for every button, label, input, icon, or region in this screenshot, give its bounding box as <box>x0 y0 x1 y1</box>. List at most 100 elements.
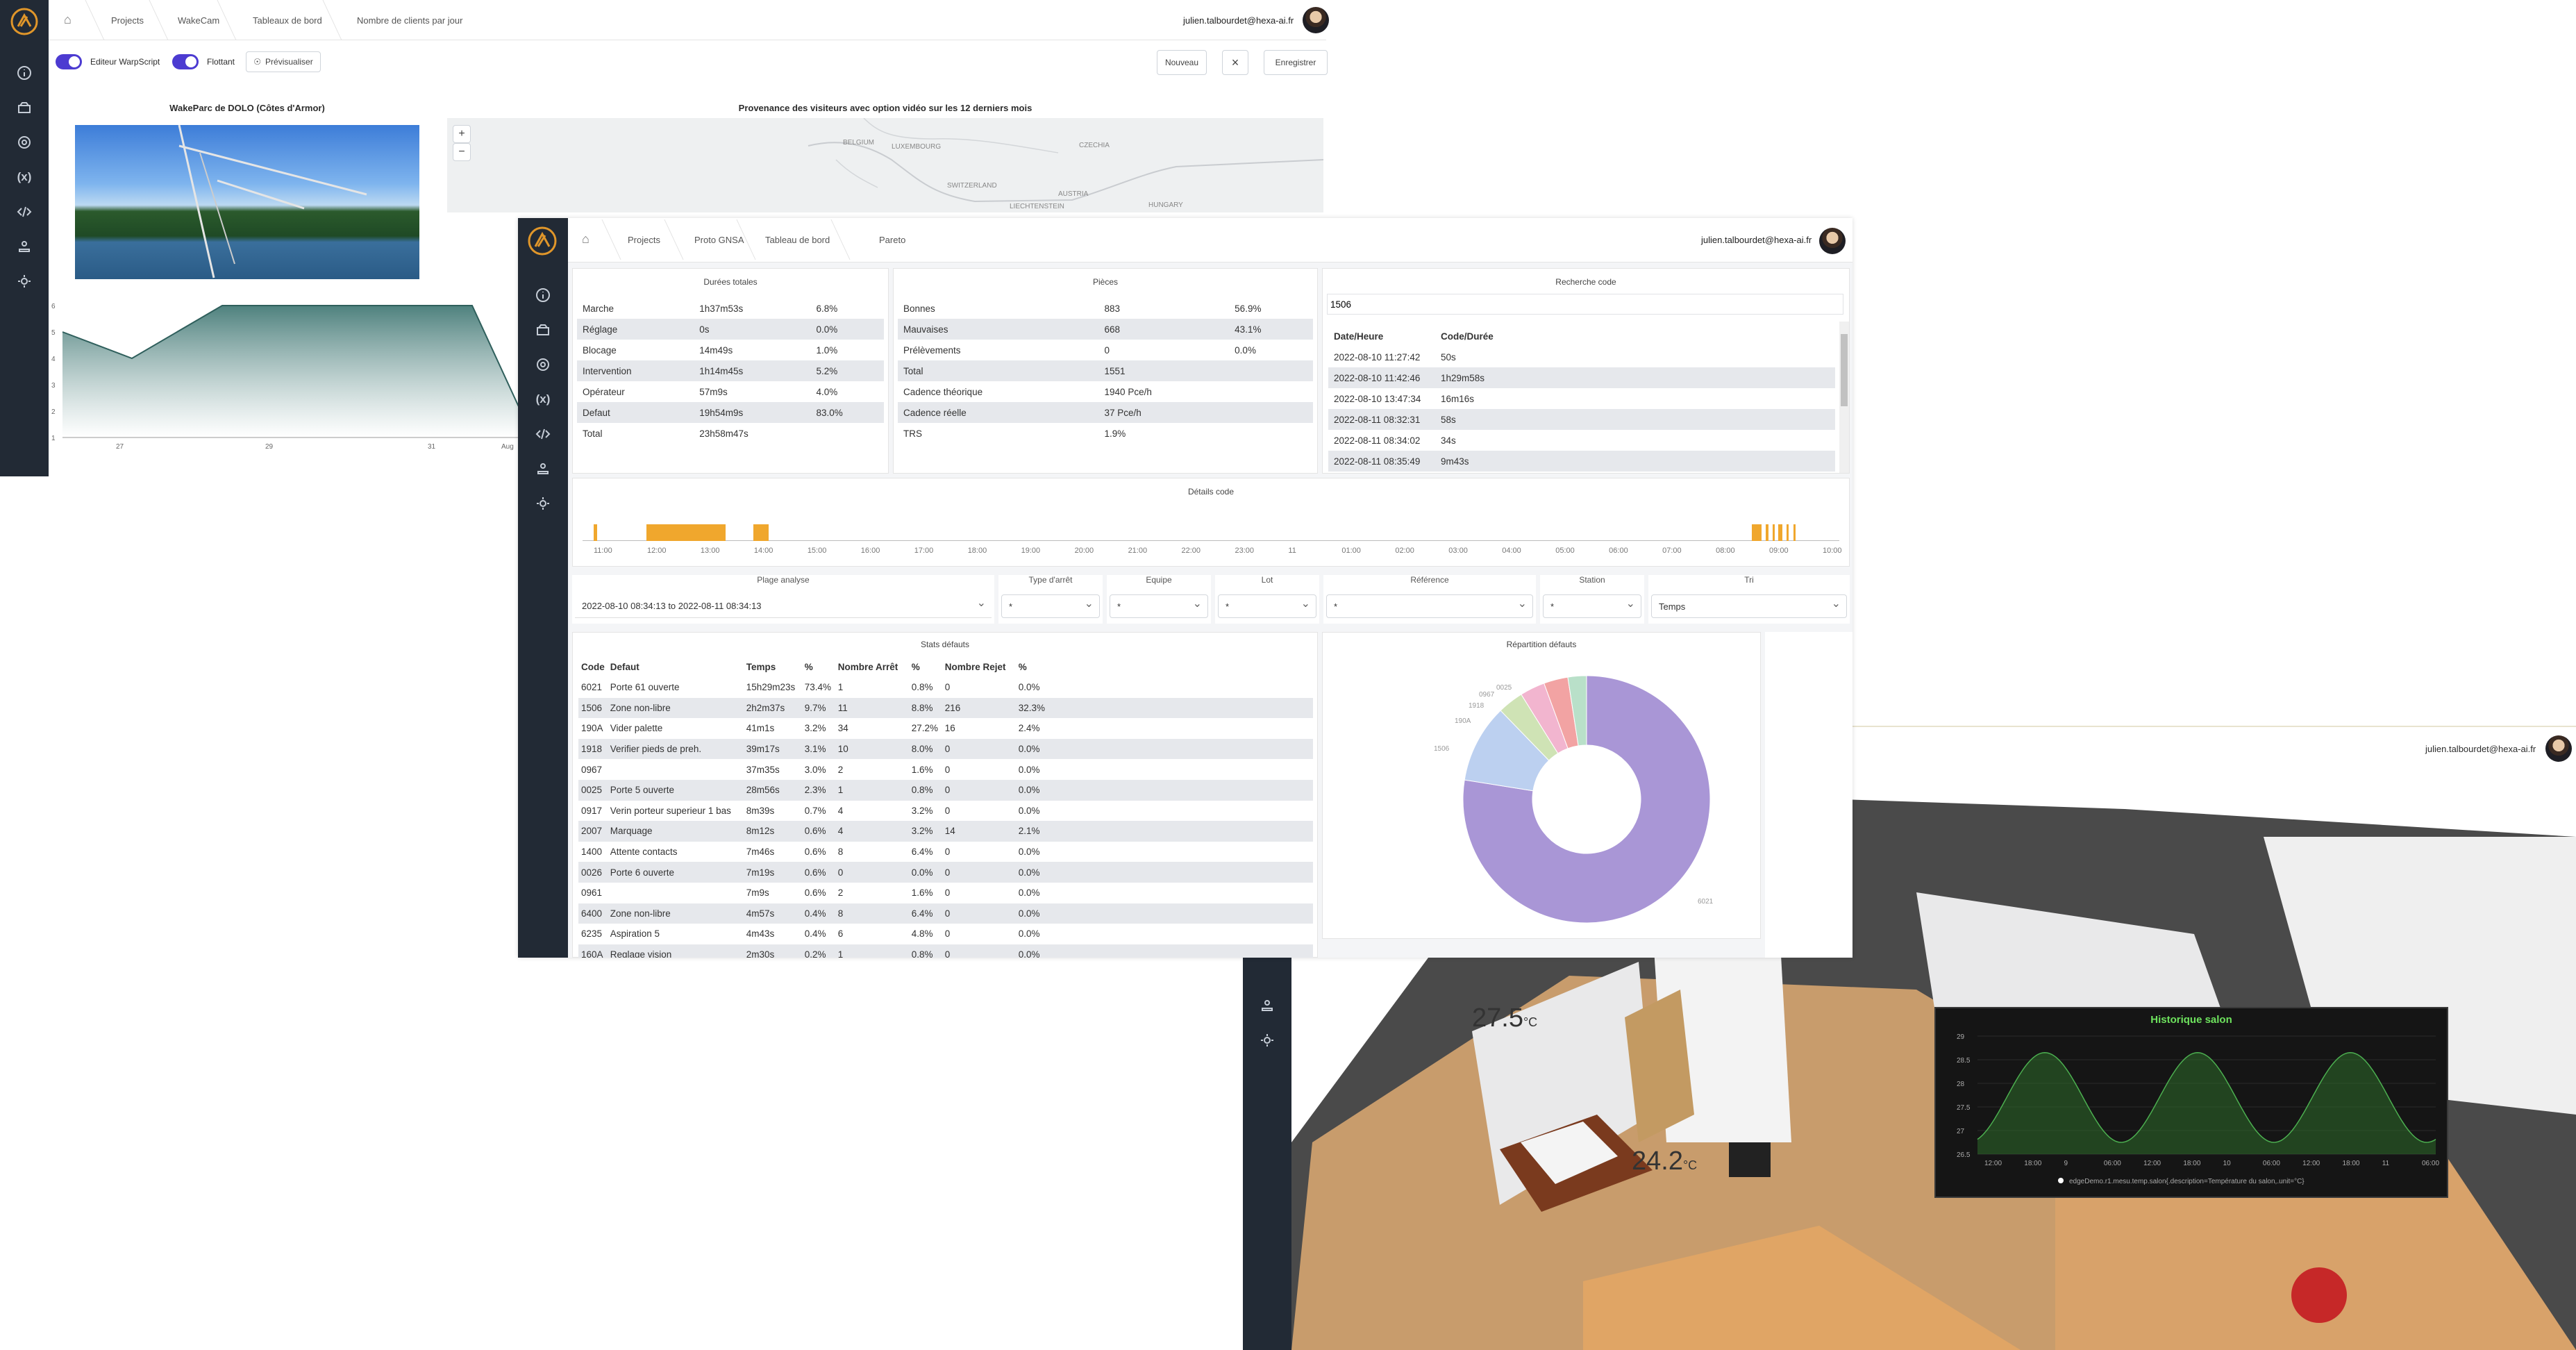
home-icon[interactable]: ⌂ <box>582 232 589 247</box>
table-row[interactable]: 2007 Marquage 8m12s 0.6% 4 3.2% 14 2.1% <box>578 821 1313 842</box>
timeline-event[interactable] <box>1793 524 1796 541</box>
table-cell: 4 <box>835 821 909 842</box>
timeline-event[interactable] <box>594 524 597 541</box>
logo[interactable] <box>526 225 558 257</box>
y-tick-label: 5 <box>51 329 56 337</box>
gear-icon[interactable] <box>531 492 555 515</box>
map-zoom-in[interactable]: + <box>453 125 471 143</box>
table-row[interactable]: 160A Reglage vision 2m30s 0.2% 1 0.8% 0 0.0% <box>578 944 1313 958</box>
timeline-tick-label: 10:00 <box>1823 547 1842 555</box>
info-icon[interactable] <box>531 283 555 307</box>
user-email[interactable]: julien.talbourdet@hexa-ai.fr <box>2425 744 2536 754</box>
table-row[interactable]: 0025 Porte 5 ouverte 28m56s 2.3% 1 0.8% 0 0.0% <box>578 779 1313 801</box>
code-search-results[interactable]: Date/Heure Code/Durée 2022-08-10 11:27:42… <box>1323 322 1850 473</box>
gear-icon[interactable] <box>1255 1028 1279 1052</box>
filter-lot[interactable]: Lot * <box>1215 575 1319 624</box>
visitor-map[interactable]: BELGIUM LUXEMBOURG CZECHIA SWITZERLAND A… <box>447 118 1323 212</box>
variable-icon[interactable]: (x) <box>531 388 555 411</box>
timeline-event[interactable] <box>1778 524 1782 541</box>
timeline-tick-label: 12:00 <box>646 547 667 555</box>
table-cell: 0.7% <box>804 805 826 816</box>
station-select[interactable]: * <box>1543 594 1641 618</box>
table-row[interactable]: 0961 7m9s 0.6% 2 1.6% 0 0.0% <box>578 883 1313 903</box>
save-button[interactable]: Enregistrer <box>1264 50 1328 75</box>
table-row[interactable]: 2022-08-11 08:35:49 9m43s <box>1328 451 1835 472</box>
timeline-axis: 11:00 12:00 13:00 14:00 15:00 16:00 17:00 18:00… <box>583 547 1842 560</box>
close-button[interactable]: × <box>1222 50 1248 75</box>
table-row[interactable]: 0967 37m35s 3.0% 2 1.6% 0 0.0% <box>578 759 1313 780</box>
breadcrumb-project[interactable]: WakeCam <box>178 15 219 26</box>
sort-select[interactable]: Temps <box>1651 594 1847 618</box>
breadcrumb-projects[interactable]: Projects <box>628 235 660 245</box>
timeline-event[interactable] <box>1766 524 1768 541</box>
users-icon[interactable] <box>1255 994 1279 1017</box>
table-row[interactable]: 1400 Attente contacts 7m46s 0.6% 8 6.4% 0 0.0% <box>578 842 1313 862</box>
breadcrumb-project[interactable]: Proto GNSA <box>694 235 744 245</box>
table-row[interactable]: 2022-08-10 11:42:46 1h29m58s <box>1328 367 1835 388</box>
table-row[interactable]: 0917 Verin porteur superieur 1 bas 8m39s 0.… <box>578 801 1313 822</box>
table-cell: 2h2m37s <box>743 697 802 719</box>
table-cell: 6400 <box>578 903 608 924</box>
user-email[interactable]: julien.talbourdet@hexa-ai.fr <box>1183 15 1294 26</box>
stop-type-select[interactable]: * <box>1001 594 1100 618</box>
lot-select[interactable]: * <box>1218 594 1316 618</box>
date-range-input[interactable]: 2022-08-10 08:34:13 to 2022-08-11 08:34:… <box>575 594 992 618</box>
info-icon[interactable] <box>12 61 36 85</box>
table-cell: 11 <box>835 697 909 719</box>
filter-station[interactable]: Station * <box>1540 575 1644 624</box>
table-row[interactable]: 2022-08-10 13:47:34 16m16s <box>1328 388 1835 409</box>
table-row[interactable]: 1918 Verifier pieds de preh. 39m17s 3.1% 10 8… <box>578 738 1313 760</box>
table-row[interactable]: 6235 Aspiration 5 4m43s 0.4% 6 4.8% 0 0.0% <box>578 924 1313 944</box>
timeline-event[interactable] <box>1787 524 1789 541</box>
warpscript-editor-toggle[interactable] <box>56 54 82 69</box>
table-row[interactable]: 1506 Zone non-libre 2h2m37s 9.7% 11 8.8% 216 32… <box>578 697 1313 719</box>
map-zoom-out[interactable]: − <box>453 143 471 161</box>
avatar[interactable] <box>1303 7 1329 33</box>
table-row: Prélèvements 0 0.0% <box>903 344 1256 356</box>
filter-team[interactable]: Equipe * <box>1107 575 1211 624</box>
gear-icon[interactable] <box>12 269 36 293</box>
code-icon[interactable] <box>531 422 555 446</box>
preview-button[interactable]: ☉ Prévisualiser <box>246 51 321 72</box>
breadcrumb-dashboards[interactable]: Tableaux de bord <box>253 15 322 26</box>
table-row[interactable]: 190A Vider palette 41m1s 3.2% 34 27.2% 16 2.4% <box>578 718 1313 739</box>
logo[interactable] <box>10 7 39 36</box>
users-icon[interactable] <box>12 235 36 258</box>
team-select[interactable]: * <box>1110 594 1208 618</box>
timeline-event[interactable] <box>1752 524 1762 541</box>
new-button[interactable]: Nouveau <box>1157 50 1207 75</box>
breadcrumb-projects[interactable]: Projects <box>111 15 144 26</box>
filter-stop-type[interactable]: Type d'arrêt * <box>998 575 1103 624</box>
timeline-event[interactable] <box>753 524 769 541</box>
scrollbar[interactable] <box>1839 322 1849 473</box>
timeline-event[interactable] <box>1773 524 1775 541</box>
table-cell: 0.2% <box>801 944 835 958</box>
filter-reference[interactable]: Référence * <box>1323 575 1536 624</box>
avatar[interactable] <box>1819 228 1846 254</box>
table-row[interactable]: 6400 Zone non-libre 4m57s 0.4% 8 6.4% 0 0.0% <box>578 903 1313 924</box>
table-row[interactable]: 2022-08-10 11:27:42 50s <box>1328 347 1835 367</box>
box-icon[interactable] <box>531 318 555 342</box>
home-icon[interactable]: ⌂ <box>64 12 72 27</box>
table-row[interactable]: 2022-08-11 08:34:02 34s <box>1328 430 1835 451</box>
table-row[interactable]: 2022-08-11 08:32:31 58s <box>1328 409 1835 430</box>
table-row[interactable]: 0026 Porte 6 ouverte 7m19s 0.6% 0 0.0% 0 0.0% <box>578 862 1313 883</box>
filter-sort[interactable]: Tri Temps <box>1648 575 1850 624</box>
settings-icon[interactable] <box>12 131 36 154</box>
box-icon[interactable] <box>12 96 36 119</box>
table-cell <box>608 759 744 780</box>
table-cell: 0 <box>944 764 951 775</box>
user-email[interactable]: julien.talbourdet@hexa-ai.fr <box>1701 235 1812 245</box>
timeline-event[interactable] <box>646 524 726 541</box>
reference-select[interactable]: * <box>1326 594 1533 618</box>
users-icon[interactable] <box>531 457 555 481</box>
floating-toggle[interactable] <box>172 54 199 69</box>
code-search-input[interactable] <box>1327 294 1843 315</box>
filter-range[interactable]: Plage analyse 2022-08-10 08:34:13 to 202… <box>572 575 994 624</box>
settings-icon[interactable] <box>531 353 555 376</box>
breadcrumb-dashboard[interactable]: Tableau de bord <box>765 235 830 245</box>
code-icon[interactable] <box>12 200 36 224</box>
breadcrumb-current: Nombre de clients par jour <box>357 15 463 26</box>
variable-icon[interactable]: (x) <box>12 165 36 189</box>
table-row[interactable]: 6021 Porte 61 ouverte 15h29m23s 73.4% 1 0.8% 0… <box>578 677 1313 698</box>
